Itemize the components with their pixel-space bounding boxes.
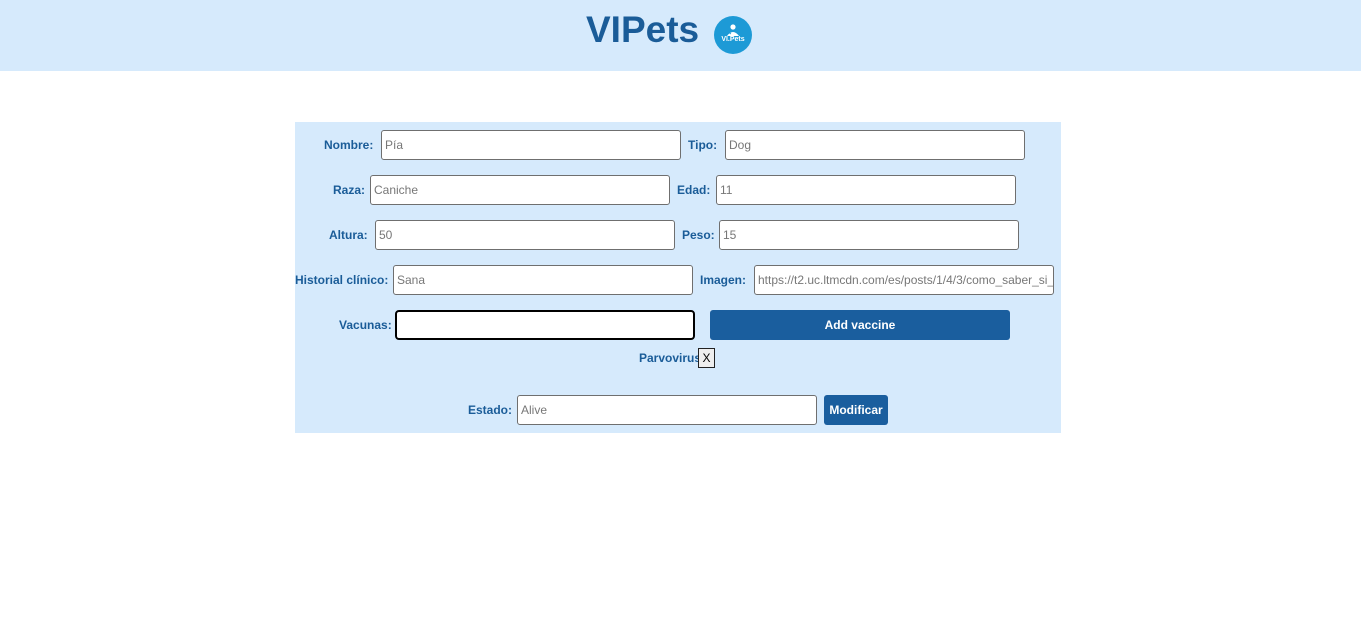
historial-field[interactable]: Sana: [393, 265, 693, 295]
raza-field[interactable]: Caniche: [370, 175, 670, 205]
app-title: VIPets: [586, 9, 700, 50]
doctor-icon: [727, 24, 739, 36]
edad-field[interactable]: 11: [716, 175, 1016, 205]
add-vaccine-button[interactable]: Add vaccine: [710, 310, 1010, 340]
vaccine-item-name: Parvovirus: [639, 351, 702, 365]
header-bar: VIPets VI.Pets: [0, 0, 1361, 71]
imagen-field[interactable]: https://t2.uc.ltmcdn.com/es/posts/1/4/3/…: [754, 265, 1054, 295]
pet-edit-form: Nombre: Pía Tipo: Dog Raza: Caniche Edad…: [295, 122, 1061, 433]
vacunas-label: Vacunas:: [339, 318, 392, 332]
peso-field[interactable]: 15: [719, 220, 1019, 250]
remove-vaccine-button[interactable]: X: [698, 348, 715, 368]
estado-field[interactable]: Alive: [517, 395, 817, 425]
altura-label: Altura:: [329, 228, 368, 242]
raza-label: Raza:: [333, 183, 366, 197]
nombre-field[interactable]: Pía: [381, 130, 681, 160]
tipo-label: Tipo:: [688, 138, 718, 152]
tipo-field[interactable]: Dog: [725, 130, 1025, 160]
modificar-button[interactable]: Modificar: [824, 395, 888, 425]
vacunas-field[interactable]: [395, 310, 695, 340]
historial-label: Historial clínico:: [295, 273, 389, 287]
vipets-logo: VI.Pets: [714, 16, 752, 54]
peso-label: Peso:: [682, 228, 715, 242]
nombre-label: Nombre:: [324, 138, 374, 152]
logo-text: VI.Pets: [721, 36, 745, 43]
imagen-label: Imagen:: [700, 273, 747, 287]
estado-label: Estado:: [468, 403, 513, 417]
edad-label: Edad:: [677, 183, 711, 197]
altura-field[interactable]: 50: [375, 220, 675, 250]
